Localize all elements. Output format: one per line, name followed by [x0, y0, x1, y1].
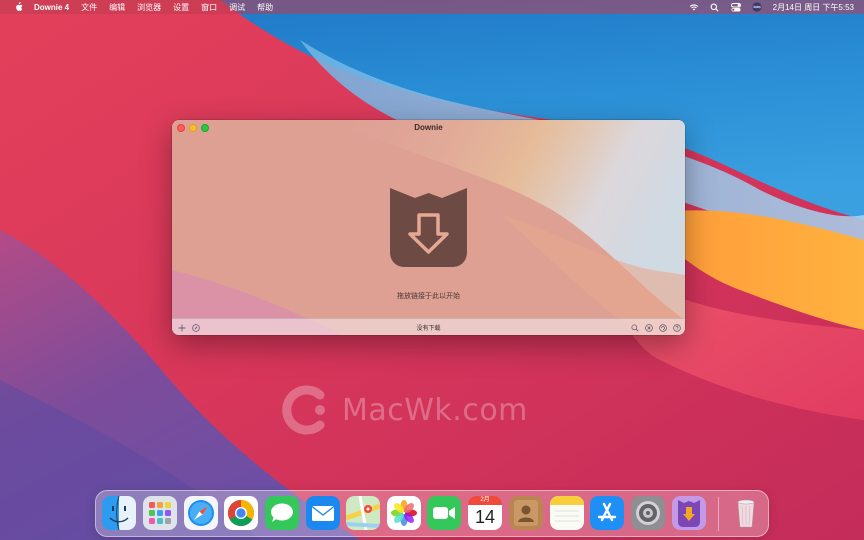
siri-icon[interactable] [752, 2, 762, 12]
control-center-icon[interactable] [730, 2, 741, 12]
menu-bar: Downie 4 文件 编辑 浏览器 设置 窗口 调试 帮助 2月14日 周日 … [0, 0, 864, 14]
dock-facetime-icon[interactable] [427, 496, 461, 530]
downie-window: Downie 拖放链接于此以开始 没有下载 [172, 120, 685, 335]
download-status-label: 没有下载 [416, 326, 441, 332]
dock-notes-icon[interactable] [550, 496, 584, 530]
dock-mail-icon[interactable] [306, 496, 340, 530]
dock-messages-icon[interactable] [265, 496, 299, 530]
help-icon[interactable] [672, 323, 681, 332]
apple-menu-icon[interactable] [12, 1, 24, 13]
dock-calendar-icon[interactable]: 2月 14 [468, 496, 502, 530]
menu-file[interactable]: 文件 [81, 2, 97, 13]
dock-photos-icon[interactable] [387, 496, 421, 530]
window-bottom-bar: 没有下载 [172, 318, 685, 335]
cancel-icon[interactable] [644, 323, 653, 332]
dock-launchpad-icon[interactable] [143, 496, 177, 530]
dock-finder-icon[interactable] [102, 496, 136, 530]
dock-chrome-icon[interactable] [224, 496, 258, 530]
calendar-day-label: 14 [474, 507, 496, 527]
window-titlebar[interactable]: Downie [172, 120, 685, 136]
watermark-text: MacWk.com [342, 392, 528, 428]
spotlight-icon[interactable] [710, 2, 720, 12]
window-title: Downie [414, 123, 443, 132]
watermark-logo-icon [282, 385, 325, 435]
dock-safari-icon[interactable] [184, 496, 218, 530]
refresh-icon[interactable] [658, 323, 667, 332]
menu-edit[interactable]: 编辑 [109, 2, 125, 13]
watermark: MacWk.com [280, 375, 560, 445]
dock-maps-icon[interactable] [346, 496, 380, 530]
drop-hint-label: 拖放链接于此以开始 [397, 293, 460, 300]
search-icon[interactable] [630, 323, 639, 332]
menu-browser[interactable]: 浏览器 [137, 2, 161, 13]
downie-logo-icon [390, 188, 467, 267]
menu-help[interactable]: 帮助 [257, 2, 273, 13]
dock: 2月 14 [95, 490, 769, 537]
dock-app-store-icon[interactable] [590, 496, 624, 530]
menu-window[interactable]: 窗口 [201, 2, 217, 13]
menubar-clock[interactable]: 2月14日 周日 下午5:53 [773, 2, 854, 13]
dock-system-preferences-icon[interactable] [631, 496, 665, 530]
menu-settings[interactable]: 设置 [173, 2, 189, 13]
dock-divider [718, 497, 719, 531]
app-menu-downie[interactable]: Downie 4 [34, 3, 69, 12]
dock-contacts-icon[interactable] [509, 496, 543, 530]
dock-trash-icon[interactable] [729, 496, 763, 530]
calendar-month-label: 2月 [480, 497, 490, 503]
wifi-icon[interactable] [689, 2, 699, 12]
menu-debug[interactable]: 调试 [229, 2, 245, 13]
dock-downie-icon[interactable] [672, 496, 706, 530]
